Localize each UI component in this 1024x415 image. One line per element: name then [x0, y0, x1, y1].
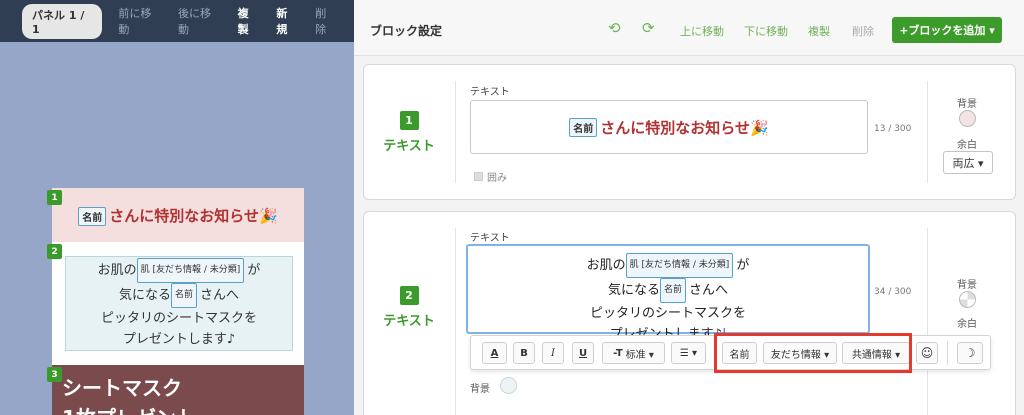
bottom-background-label: 背景: [470, 384, 490, 395]
block-1-number: 1: [399, 110, 419, 130]
block-1-type: テキスト: [383, 138, 435, 154]
background-color-swatch[interactable]: [959, 291, 976, 308]
preview-block-2-number: 2: [47, 244, 62, 259]
duplicate-panel-button[interactable]: 複製: [238, 5, 259, 37]
block-card-1: 1 テキスト テキスト 名前 さんに特別なお知らせ🎉 13 / 300 囲み 背景…: [363, 64, 1016, 200]
block-card-2: 2 テキスト テキスト お肌の肌 [友だち情報 / 未分類] が 気になる 名前 さん…: [363, 211, 1016, 415]
skin-tag: 肌 [友だち情報 / 未分類]: [136, 257, 245, 283]
moon-icon[interactable]: ☽: [957, 342, 983, 364]
underline-button[interactable]: U: [572, 342, 594, 364]
background-color-swatch[interactable]: [959, 110, 976, 127]
delete-block-button[interactable]: 削除: [852, 23, 874, 39]
move-forward-button[interactable]: 前に移動: [118, 5, 160, 37]
font-color-button[interactable]: A: [482, 342, 507, 364]
duplicate-block-button[interactable]: 複製: [808, 23, 830, 39]
block-1-text-input[interactable]: 名前 さんに特別なお知らせ🎉: [470, 100, 868, 154]
move-down-button[interactable]: 下に移動: [744, 23, 788, 39]
panel-toolbar: パネル 1 / 1 前に移動 後に移動 複製 新規 削除: [0, 0, 354, 42]
preview-block-3-number: 3: [47, 367, 62, 382]
name-tag: 名前: [170, 282, 197, 308]
char-count: 13 / 300: [874, 124, 912, 134]
new-panel-button[interactable]: 新規: [276, 5, 297, 37]
block-2-type: テキスト: [383, 313, 435, 329]
font-size-icon: -T: [613, 347, 623, 359]
align-select[interactable]: ☰ ▾: [671, 342, 706, 364]
margin-select[interactable]: 両広 ▾: [943, 151, 993, 174]
undo-icon[interactable]: ⟲: [608, 19, 621, 37]
text-field-label: テキスト: [470, 87, 510, 98]
redo-icon[interactable]: ⟳: [642, 19, 655, 37]
skin-tag: 肌 [友だち情報 / 未分類]: [625, 253, 734, 278]
add-block-button[interactable]: +ブロックを追加 ▾: [892, 17, 1002, 43]
background-label: 背景: [957, 99, 977, 110]
font-size-select[interactable]: -T 标准 ▾: [602, 342, 665, 364]
preview-block-2[interactable]: お肌の肌 [友だち情報 / 未分類] が 気になる 名前 さんへ ピッタリのシートマス…: [65, 256, 293, 351]
block-2-number: 2: [399, 285, 419, 305]
margin-label: 余白: [957, 319, 977, 330]
preview-block-1[interactable]: 名前 さんに特別なお知らせ🎉: [52, 188, 304, 242]
block-2-text-input[interactable]: お肌の肌 [友だち情報 / 未分類] が 気になる 名前 さんへ ピッタリのシートマス…: [466, 244, 870, 342]
background-label: 背景: [957, 280, 977, 291]
name-tag: 名前: [659, 278, 686, 303]
divider: [927, 228, 928, 415]
block-settings-toolbar: ブロック設定 ⟲ ⟳ 上に移動 下に移動 複製 削除 +ブロックを追加 ▾: [354, 0, 1024, 56]
page-title: ブロック設定: [370, 24, 443, 38]
emoji-icon[interactable]: ☺: [916, 342, 938, 364]
divider: [455, 81, 456, 183]
char-count: 34 / 300: [874, 287, 912, 297]
divider: [927, 81, 928, 183]
preview-block-1-number: 1: [47, 190, 62, 205]
name-tag: 名前: [78, 206, 107, 226]
move-backward-button[interactable]: 後に移動: [178, 5, 220, 37]
margin-label: 余白: [957, 140, 977, 151]
delete-panel-button[interactable]: 削除: [315, 5, 336, 37]
highlight-annotation: [714, 333, 912, 373]
italic-button[interactable]: I: [542, 342, 564, 364]
preview-block-3[interactable]: シートマスク 1枚プレゼント: [52, 365, 304, 415]
divider: [455, 228, 456, 415]
preview-block-1-text: さんに特別なお知らせ🎉: [109, 206, 278, 225]
bold-button[interactable]: B: [513, 342, 535, 364]
panel-badge: パネル 1 / 1: [22, 3, 103, 39]
move-up-button[interactable]: 上に移動: [680, 23, 724, 39]
text-field-label: テキスト: [470, 233, 510, 244]
border-checkbox[interactable]: 囲み: [474, 169, 507, 184]
name-tag: 名前: [569, 117, 598, 137]
bottom-background-swatch[interactable]: [500, 377, 517, 394]
